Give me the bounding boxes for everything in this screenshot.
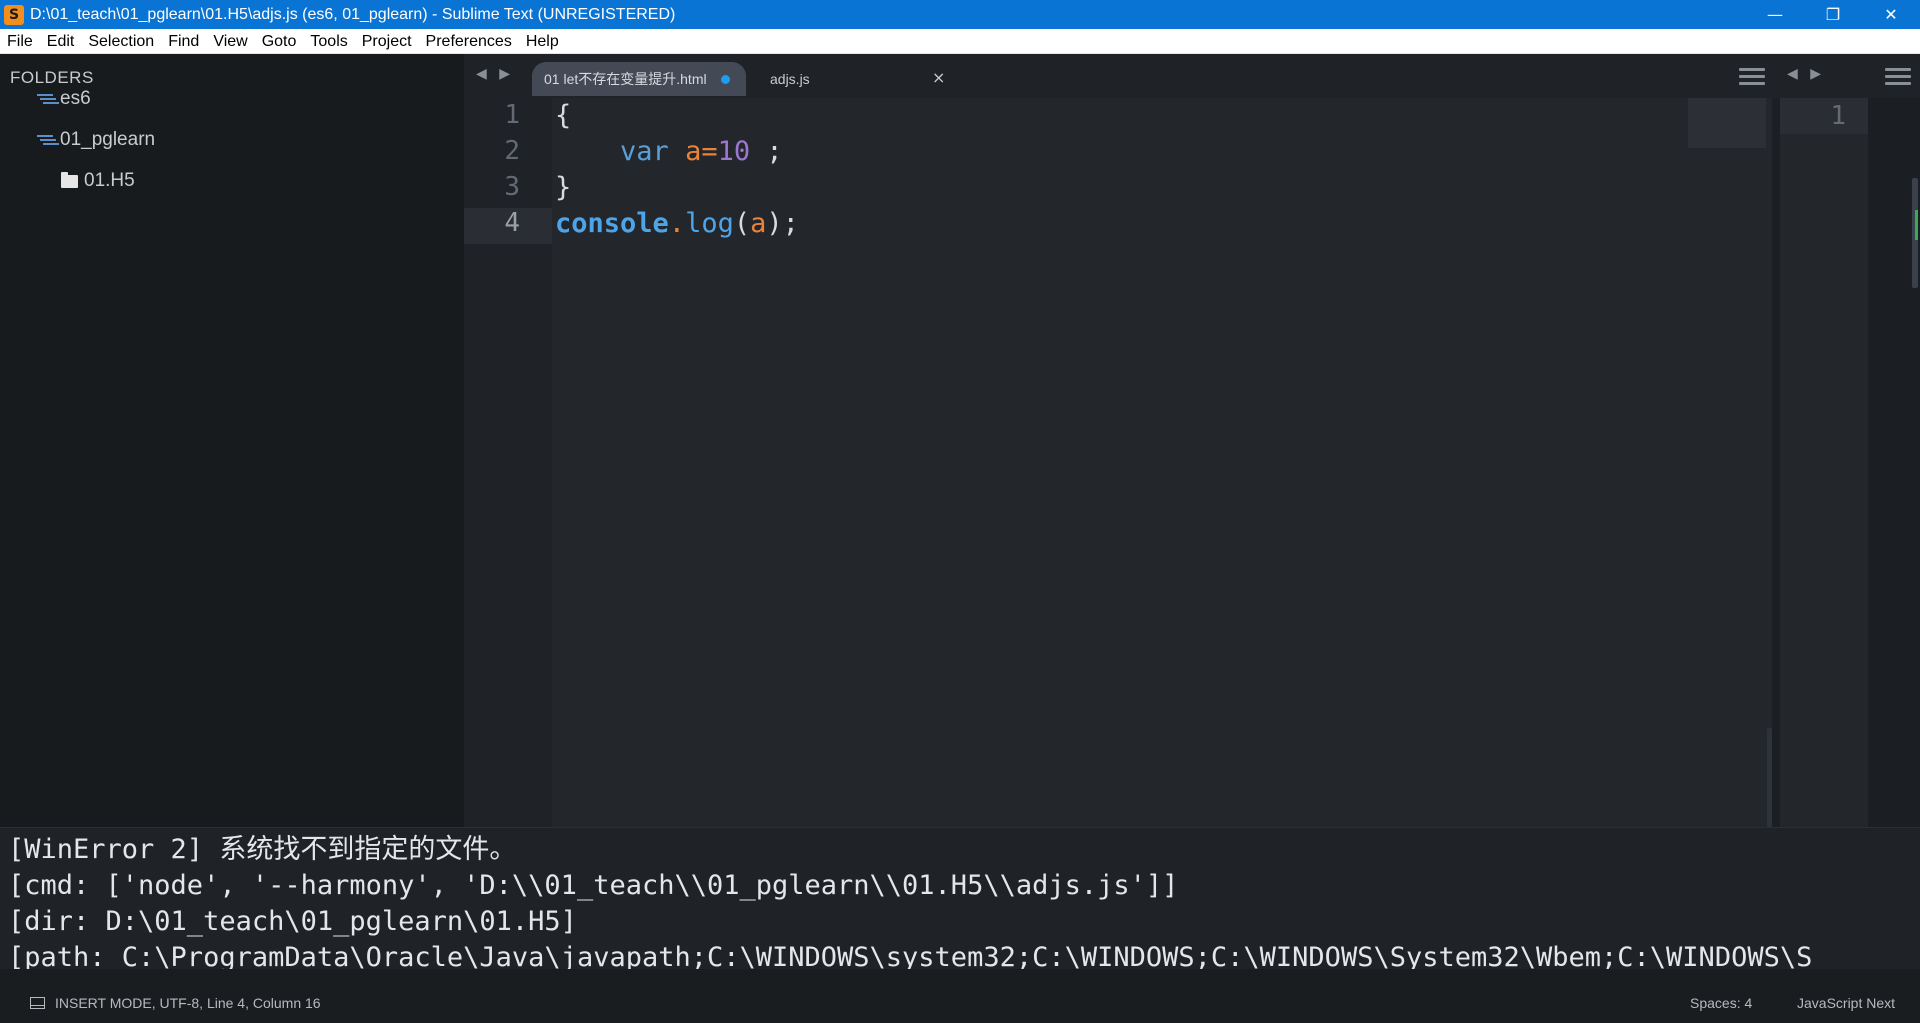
minimap[interactable] [1688, 98, 1766, 148]
syntax-status[interactable]: JavaScript Next [1797, 995, 1895, 1011]
right-pane-hamburger-icon[interactable] [1885, 68, 1911, 86]
minimize-button[interactable]: — [1746, 0, 1804, 29]
split-editor-pane[interactable]: 1 [1772, 98, 1920, 827]
close-tab-icon[interactable]: × [932, 68, 945, 87]
indentation-status[interactable]: Spaces: 4 [1690, 995, 1752, 1011]
code-editor[interactable]: 1 2 3 4 { var a=10 ; } console.log(a); [464, 98, 1772, 827]
window-controls: — ❐ ✕ [1746, 0, 1920, 29]
menu-preferences[interactable]: Preferences [419, 29, 519, 54]
status-text: INSERT MODE, UTF-8, Line 4, Column 16 [55, 995, 321, 1011]
tab-nav-arrows[interactable]: ◀ ▶ [476, 66, 514, 82]
panel-toggle-icon[interactable] [30, 997, 45, 1009]
line-gutter: 1 2 3 4 [464, 98, 552, 827]
menu-project[interactable]: Project [355, 29, 419, 54]
tab-bar: ◀ ▶ 01 let不存在变量提升.html adjs.js × ◀ ▶ [464, 54, 1920, 98]
menu-find[interactable]: Find [161, 29, 206, 54]
sublime-text-icon: S [4, 4, 24, 25]
sidebar-item-01-pglearn[interactable]: 01_pglearn [37, 129, 155, 151]
tab-label: 01 let不存在变量提升.html [544, 71, 707, 87]
build-output-panel[interactable]: [WinError 2] 系统找不到指定的文件。 [cmd: ['node', … [0, 827, 1920, 969]
line-number: 1 [1780, 98, 1868, 134]
maximize-button[interactable]: ❐ [1804, 0, 1862, 29]
right-pane-nav-arrows[interactable]: ◀ ▶ [1787, 66, 1825, 82]
code-line-1: { [555, 100, 572, 131]
folder-open-icon [37, 134, 53, 146]
code-line-4: console.log(a); [555, 208, 799, 239]
menu-goto[interactable]: Goto [255, 29, 304, 54]
line-number: 2 [504, 136, 520, 166]
menu-view[interactable]: View [206, 29, 254, 54]
output-line: [WinError 2] 系统找不到指定的文件。 [8, 834, 517, 865]
output-line: [dir: D:\01_teach\01_pglearn\01.H5] [8, 906, 577, 937]
sidebar-item-label: es6 [60, 88, 91, 109]
unsaved-dot-icon [720, 74, 730, 84]
output-line: [cmd: ['node', '--harmony', 'D:\\01_teac… [8, 870, 1179, 901]
window-title: D:\01_teach\01_pglearn\01.H5\adjs.js (es… [30, 5, 676, 23]
menu-selection[interactable]: Selection [81, 29, 161, 54]
sidebar-item-label: 01.H5 [84, 170, 135, 191]
folder-sidebar: FOLDERS es6 01_pglearn 01.H5 [0, 54, 464, 827]
menu-tools[interactable]: Tools [303, 29, 354, 54]
menu-hamburger-icon[interactable] [1739, 68, 1765, 86]
menu-help[interactable]: Help [519, 29, 566, 54]
folder-icon [61, 171, 78, 188]
status-bar: INSERT MODE, UTF-8, Line 4, Column 16 Sp… [0, 969, 1920, 1023]
tab-01-let-html[interactable]: 01 let不存在变量提升.html [544, 62, 730, 96]
folder-open-icon [37, 93, 53, 105]
code-line-3: } [555, 172, 572, 203]
close-window-button[interactable]: ✕ [1862, 0, 1920, 29]
code-line-2: var a=10 ; [620, 136, 783, 167]
line-number: 4 [504, 208, 520, 238]
line-number: 3 [504, 172, 520, 202]
title-bar: S D:\01_teach\01_pglearn\01.H5\adjs.js (… [0, 0, 1920, 29]
menu-bar: File Edit Selection Find View Goto Tools… [0, 29, 1920, 54]
scrollbar-indicator [1915, 210, 1918, 240]
status-left: INSERT MODE, UTF-8, Line 4, Column 16 [30, 995, 321, 1011]
sidebar-item-label: 01_pglearn [60, 129, 156, 150]
menu-edit[interactable]: Edit [40, 29, 82, 54]
output-line: [path: C:\ProgramData\Oracle\Java\javapa… [8, 942, 1813, 969]
split-gutter [1780, 98, 1868, 827]
sidebar-item-es6[interactable]: es6 [37, 88, 91, 110]
menu-file[interactable]: File [0, 29, 40, 54]
folders-header: FOLDERS [10, 68, 94, 87]
sidebar-item-01-h5[interactable]: 01.H5 [61, 170, 135, 192]
tab-label: adjs.js [770, 71, 810, 87]
line-number: 1 [504, 100, 520, 130]
tab-adjs-js[interactable]: adjs.js [770, 62, 810, 96]
